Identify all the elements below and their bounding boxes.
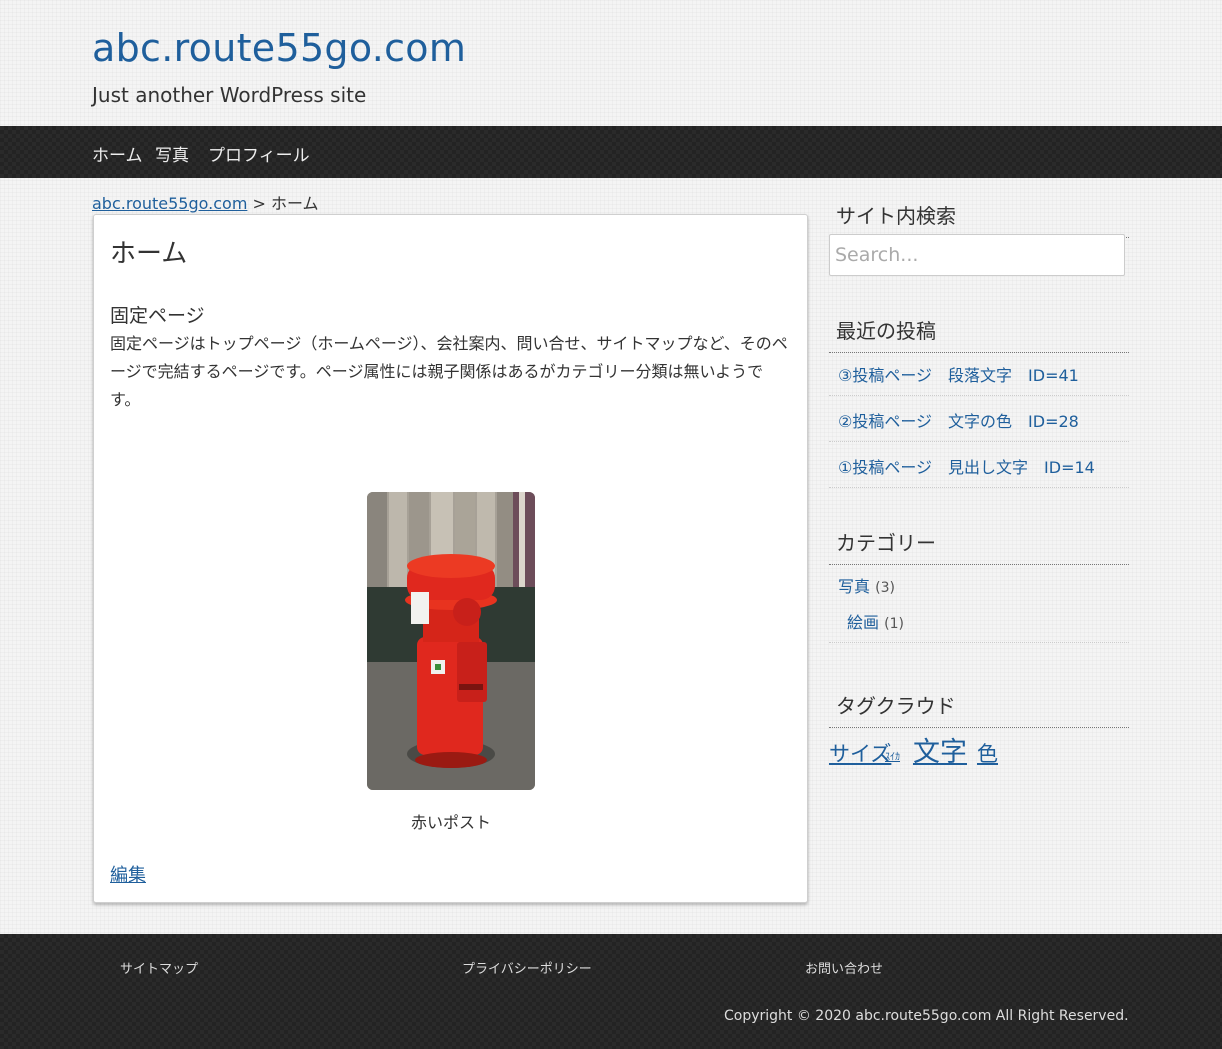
- tag-suika[interactable]: ｽｲｶ: [885, 748, 900, 763]
- site-footer: サイトマップ プライバシーポリシー お問い合わせ Copyright © 202…: [0, 934, 1222, 1049]
- tag-iro[interactable]: 色: [977, 738, 998, 768]
- categories-title: カテゴリー: [829, 527, 1129, 565]
- breadcrumb-separator: >: [252, 194, 266, 213]
- nav-item-photos[interactable]: 写真: [155, 141, 189, 166]
- category-count: (1): [884, 616, 904, 632]
- tag-moji[interactable]: 文字: [913, 730, 967, 769]
- category-link-paintings[interactable]: 絵画: [847, 613, 879, 632]
- copyright: Copyright © 2020 abc.route55go.com All R…: [724, 1008, 1129, 1024]
- red-postbox-image: [367, 492, 535, 790]
- search-input[interactable]: [829, 234, 1125, 276]
- nav-item-profile[interactable]: プロフィール: [208, 141, 310, 166]
- section-heading: 固定ページ: [110, 305, 205, 327]
- page-title: ホーム: [110, 239, 188, 269]
- category-link-photos[interactable]: 写真: [838, 577, 870, 596]
- breadcrumb-home-link[interactable]: abc.route55go.com: [92, 194, 247, 213]
- edit-link[interactable]: 編集: [110, 861, 146, 887]
- breadcrumb: abc.route55go.com > ホーム: [92, 190, 319, 214]
- recent-post-item[interactable]: ③投稿ページ 段落文字 ID=41: [829, 350, 1129, 396]
- footer-link-privacy[interactable]: プライバシーポリシー: [462, 958, 592, 977]
- site-header: abc.route55go.com Just another WordPress…: [0, 0, 1222, 126]
- breadcrumb-current: ホーム: [271, 194, 319, 213]
- tag-cloud-title: タグクラウド: [829, 690, 1129, 728]
- recent-post-item[interactable]: ②投稿ページ 文字の色 ID=28: [829, 396, 1129, 442]
- site-description: Just another WordPress site: [92, 83, 367, 107]
- category-divider: [829, 642, 1129, 643]
- search-widget-title: サイト内検索: [829, 200, 1129, 238]
- image-caption: 赤いポスト: [410, 813, 491, 832]
- nav-item-home[interactable]: ホーム: [92, 141, 143, 166]
- footer-link-contact[interactable]: お問い合わせ: [805, 958, 883, 977]
- red-postbox-photo[interactable]: [367, 492, 535, 790]
- footer-link-sitemap[interactable]: サイトマップ: [120, 958, 198, 977]
- main-nav: ホーム 写真 プロフィール: [0, 126, 1222, 178]
- site-title-link[interactable]: abc.route55go.com: [92, 26, 466, 70]
- category-item-photos: 写真 (3): [838, 573, 895, 597]
- page-content: ホーム 固定ページ 固定ページはトップページ（ホームページ）、会社案内、問い合せ…: [93, 214, 808, 903]
- recent-posts-title: 最近の投稿: [829, 315, 1129, 353]
- page-body-text: 固定ページはトップページ（ホームページ）、会社案内、問い合せ、サイトマップなど、…: [110, 334, 788, 409]
- category-count: (3): [875, 580, 895, 596]
- tag-size[interactable]: サイズ: [829, 738, 891, 768]
- category-item-paintings: 絵画 (1): [847, 609, 904, 633]
- recent-post-item[interactable]: ①投稿ページ 見出し文字 ID=14: [829, 442, 1129, 488]
